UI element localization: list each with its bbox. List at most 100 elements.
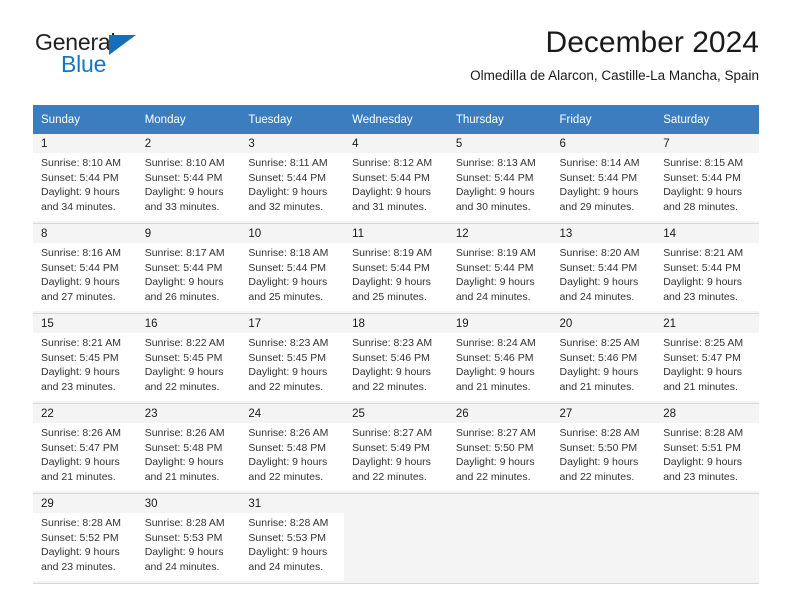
daylight-text-line1: Daylight: 9 hours	[144, 186, 224, 198]
calendar-day-cell[interactable]: 17 Sunrise: 8:23 AM Sunset: 5:45 PM Dayligh…	[240, 314, 345, 404]
daylight-text-line1: Daylight: 9 hours	[248, 366, 328, 378]
day-details: Sunrise: 8:28 AM Sunset: 5:51 PM Daylight:…	[655, 423, 759, 491]
day-details: Sunrise: 8:16 AM Sunset: 5:44 PM Daylight:…	[33, 243, 137, 311]
day-details: Sunrise: 8:25 AM Sunset: 5:47 PM Daylight:…	[655, 333, 759, 401]
calendar-day-cell[interactable]: 6 Sunrise: 8:14 AM Sunset: 5:44 PM Daylight…	[551, 134, 656, 224]
calendar-week-row: 29 Sunrise: 8:28 AM Sunset: 5:52 PM Dayligh…	[33, 494, 759, 584]
page-title: December 2024	[545, 26, 759, 59]
sunrise-text: Sunrise: 8:25 AM	[663, 337, 744, 349]
sunrise-text: Sunrise: 8:22 AM	[144, 337, 225, 349]
daylight-text-line2: and 23 minutes.	[663, 290, 738, 303]
daylight-text-line1: Daylight: 9 hours	[352, 186, 431, 198]
calendar-day-cell[interactable]: 3 Sunrise: 8:11 AM Sunset: 5:44 PM Daylight…	[240, 134, 345, 224]
day-number: 25	[352, 408, 365, 420]
calendar-day-cell[interactable]: 23 Sunrise: 8:26 AM Sunset: 5:48 PM Dayligh…	[136, 404, 241, 494]
calendar-day-cell[interactable]: 22 Sunrise: 8:26 AM Sunset: 5:47 PM Dayligh…	[33, 404, 137, 494]
calendar-day-cell[interactable]: 24 Sunrise: 8:26 AM Sunset: 5:48 PM Dayligh…	[240, 404, 345, 494]
day-details: Sunrise: 8:14 AM Sunset: 5:44 PM Daylight:…	[551, 153, 656, 221]
calendar-day-cell-empty	[344, 494, 448, 584]
calendar-day-cell[interactable]: 7 Sunrise: 8:15 AM Sunset: 5:44 PM Daylight…	[655, 134, 759, 224]
calendar-day-cell[interactable]: 2 Sunrise: 8:10 AM Sunset: 5:44 PM Daylight…	[136, 134, 241, 224]
sunset-text: Sunset: 5:46 PM	[455, 351, 534, 364]
daylight-text-line1: Daylight: 9 hours	[41, 366, 120, 378]
sunset-text: Sunset: 5:46 PM	[352, 351, 430, 364]
day-details: Sunrise: 8:23 AM Sunset: 5:46 PM Daylight:…	[344, 333, 448, 401]
day-details: Sunrise: 8:17 AM Sunset: 5:44 PM Daylight:…	[136, 243, 241, 311]
sunset-text: Sunset: 5:44 PM	[352, 171, 430, 184]
calendar-day-cell[interactable]: 4 Sunrise: 8:12 AM Sunset: 5:44 PM Daylight…	[344, 134, 448, 224]
sunset-text: Sunset: 5:50 PM	[559, 441, 638, 454]
calendar-week-row: 22 Sunrise: 8:26 AM Sunset: 5:47 PM Dayligh…	[33, 404, 759, 494]
calendar-day-cell[interactable]: 8 Sunrise: 8:16 AM Sunset: 5:44 PM Daylight…	[33, 224, 137, 314]
generalblue-logo[interactable]: General Blue	[33, 30, 223, 88]
calendar-day-cell[interactable]: 26 Sunrise: 8:27 AM Sunset: 5:50 PM Dayligh…	[447, 404, 552, 494]
calendar-day-cell[interactable]: 1 Sunrise: 8:10 AM Sunset: 5:44 PM Daylight…	[33, 134, 137, 224]
calendar-day-cell[interactable]: 20 Sunrise: 8:25 AM Sunset: 5:46 PM Dayligh…	[551, 314, 656, 404]
sunset-text: Sunset: 5:52 PM	[41, 531, 119, 544]
sunset-text: Sunset: 5:44 PM	[41, 261, 119, 274]
calendar-day-cell[interactable]: 11 Sunrise: 8:19 AM Sunset: 5:44 PM Dayligh…	[344, 224, 448, 314]
sunset-text: Sunset: 5:45 PM	[144, 351, 223, 364]
calendar-day-cell[interactable]: 15 Sunrise: 8:21 AM Sunset: 5:45 PM Dayligh…	[33, 314, 137, 404]
day-number: 23	[144, 408, 158, 420]
day-details	[344, 513, 448, 581]
calendar-day-cell[interactable]: 27 Sunrise: 8:28 AM Sunset: 5:50 PM Dayligh…	[551, 404, 656, 494]
calendar-day-cell[interactable]: 5 Sunrise: 8:13 AM Sunset: 5:44 PM Daylight…	[447, 134, 552, 224]
calendar-day-cell[interactable]: 10 Sunrise: 8:18 AM Sunset: 5:44 PM Dayligh…	[240, 224, 345, 314]
day-details: Sunrise: 8:21 AM Sunset: 5:45 PM Daylight:…	[33, 333, 137, 401]
sunrise-text: Sunrise: 8:28 AM	[41, 517, 121, 529]
day-details: Sunrise: 8:28 AM Sunset: 5:50 PM Daylight:…	[551, 423, 656, 491]
day-details: Sunrise: 8:28 AM Sunset: 5:53 PM Daylight:…	[136, 513, 241, 581]
daylight-text-line2: and 21 minutes.	[455, 380, 531, 393]
day-number: 27	[559, 408, 573, 420]
calendar-day-cell[interactable]: 18 Sunrise: 8:23 AM Sunset: 5:46 PM Dayligh…	[344, 314, 448, 404]
daylight-text-line1: Daylight: 9 hours	[352, 366, 431, 378]
calendar-day-cell[interactable]: 31 Sunrise: 8:28 AM Sunset: 5:53 PM Dayligh…	[240, 494, 345, 584]
calendar-day-cell[interactable]: 28 Sunrise: 8:28 AM Sunset: 5:51 PM Dayligh…	[655, 404, 759, 494]
calendar-day-cell[interactable]: 19 Sunrise: 8:24 AM Sunset: 5:46 PM Dayligh…	[447, 314, 552, 404]
daylight-text-line1: Daylight: 9 hours	[352, 276, 431, 288]
daylight-text-line1: Daylight: 9 hours	[663, 276, 743, 288]
day-details: Sunrise: 8:18 AM Sunset: 5:44 PM Daylight:…	[240, 243, 345, 311]
sunset-text: Sunset: 5:44 PM	[144, 171, 223, 184]
daylight-text-line1: Daylight: 9 hours	[455, 456, 535, 468]
daylight-text-line2: and 32 minutes.	[248, 200, 324, 213]
day-details: Sunrise: 8:27 AM Sunset: 5:50 PM Daylight:…	[447, 423, 552, 491]
calendar-day-cell[interactable]: 16 Sunrise: 8:22 AM Sunset: 5:45 PM Dayligh…	[136, 314, 241, 404]
weekday-header-monday: Monday	[136, 105, 241, 134]
calendar-day-cell[interactable]: 13 Sunrise: 8:20 AM Sunset: 5:44 PM Dayligh…	[551, 224, 656, 314]
sunrise-sunset-calendar: Sunday Monday Tuesday Wednesday Thursday…	[33, 105, 759, 584]
daylight-text-line1: Daylight: 9 hours	[663, 456, 743, 468]
sunset-text: Sunset: 5:44 PM	[663, 171, 741, 184]
sunset-text: Sunset: 5:44 PM	[559, 261, 638, 274]
daylight-text-line1: Daylight: 9 hours	[663, 186, 743, 198]
day-details: Sunrise: 8:28 AM Sunset: 5:53 PM Daylight:…	[240, 513, 345, 581]
daylight-text-line2: and 22 minutes.	[248, 470, 324, 483]
daylight-text-line2: and 27 minutes.	[41, 290, 116, 303]
calendar-day-cell[interactable]: 21 Sunrise: 8:25 AM Sunset: 5:47 PM Dayligh…	[655, 314, 759, 404]
day-number: 18	[352, 318, 365, 330]
day-number: 5	[455, 138, 463, 150]
daylight-text-line2: and 24 minutes.	[144, 560, 220, 573]
daylight-text-line2: and 22 minutes.	[352, 380, 427, 393]
day-details: Sunrise: 8:19 AM Sunset: 5:44 PM Daylight:…	[447, 243, 552, 311]
calendar-day-cell[interactable]: 9 Sunrise: 8:17 AM Sunset: 5:44 PM Daylight…	[136, 224, 241, 314]
day-details: Sunrise: 8:23 AM Sunset: 5:45 PM Daylight:…	[240, 333, 345, 401]
sunrise-text: Sunrise: 8:17 AM	[144, 247, 225, 259]
calendar-day-cell[interactable]: 14 Sunrise: 8:21 AM Sunset: 5:44 PM Dayligh…	[655, 224, 759, 314]
calendar-body: 1 Sunrise: 8:10 AM Sunset: 5:44 PM Daylight…	[33, 134, 759, 584]
day-details	[655, 513, 759, 581]
day-details: Sunrise: 8:20 AM Sunset: 5:44 PM Daylight:…	[551, 243, 656, 311]
sunrise-text: Sunrise: 8:19 AM	[352, 247, 433, 259]
calendar-day-cell[interactable]: 29 Sunrise: 8:28 AM Sunset: 5:52 PM Dayligh…	[33, 494, 137, 584]
calendar-day-cell[interactable]: 30 Sunrise: 8:28 AM Sunset: 5:53 PM Dayligh…	[136, 494, 241, 584]
daylight-text-line1: Daylight: 9 hours	[144, 366, 224, 378]
sunset-text: Sunset: 5:46 PM	[559, 351, 638, 364]
sunrise-text: Sunrise: 8:19 AM	[455, 247, 536, 259]
calendar-day-cell[interactable]: 25 Sunrise: 8:27 AM Sunset: 5:49 PM Dayligh…	[344, 404, 448, 494]
daylight-text-line2: and 22 minutes.	[352, 470, 427, 483]
sunset-text: Sunset: 5:47 PM	[663, 351, 741, 364]
calendar-day-cell[interactable]: 12 Sunrise: 8:19 AM Sunset: 5:44 PM Dayligh…	[447, 224, 552, 314]
day-details: Sunrise: 8:21 AM Sunset: 5:44 PM Daylight:…	[655, 243, 759, 311]
daylight-text-line1: Daylight: 9 hours	[559, 366, 639, 378]
